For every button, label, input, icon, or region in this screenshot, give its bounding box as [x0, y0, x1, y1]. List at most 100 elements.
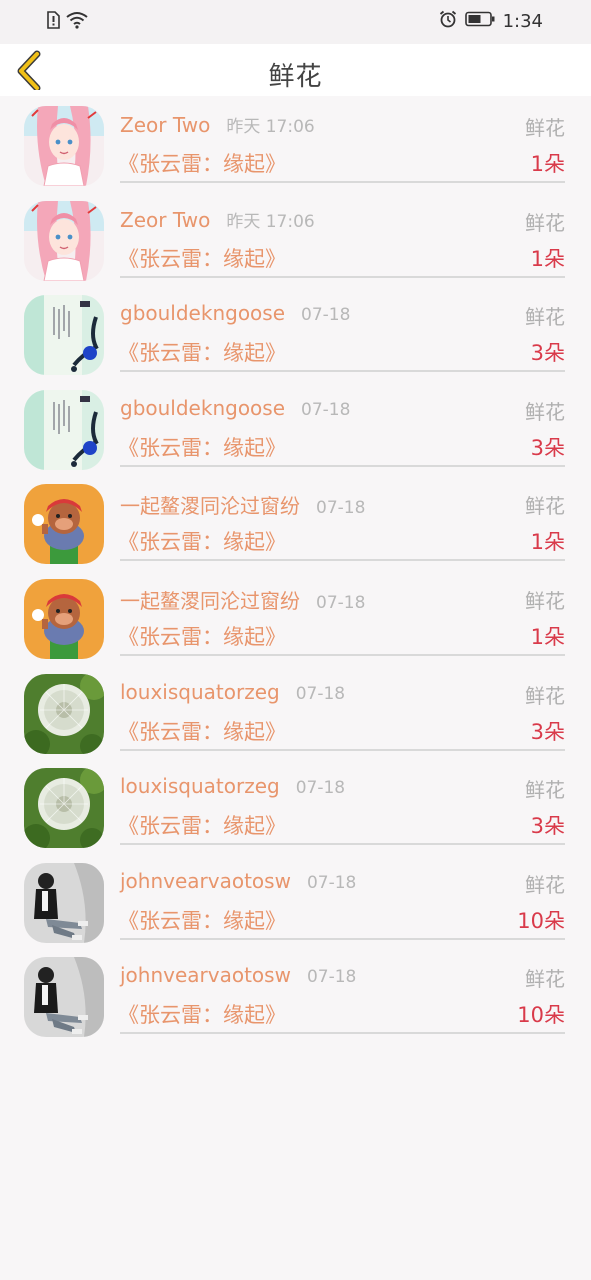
- book-title[interactable]: 《张云雷：缘起》: [118, 243, 286, 273]
- flower-count: 1朵: [530, 624, 565, 649]
- avatar[interactable]: [24, 957, 104, 1038]
- record-user: 一起鳌溭同沦过窗纷 07-18: [120, 585, 365, 614]
- flower-count: 10朵: [517, 908, 565, 933]
- status-bar: 1:34: [0, 0, 591, 44]
- dandelion-avatar: [24, 673, 104, 754]
- record-time: 07-18: [301, 399, 351, 420]
- user-name: johnvearvaotosw: [120, 868, 291, 893]
- book-title[interactable]: 《张云雷：缘起》: [118, 999, 286, 1029]
- record-user: gbouldekngoose 07-18: [120, 396, 350, 420]
- avatar[interactable]: [24, 295, 104, 376]
- list-item[interactable]: johnvearvaotosw 07-18 鲜花 《张云雷：缘起》 10朵: [0, 853, 591, 948]
- user-name: louxisquatorzeg: [120, 774, 280, 799]
- gift-type: 鲜花: [525, 116, 565, 140]
- person-photo-avatar: [24, 862, 104, 943]
- record-user: johnvearvaotosw 07-18: [120, 869, 356, 893]
- record-user: gbouldekngoose 07-18: [120, 301, 350, 325]
- avatar[interactable]: [24, 389, 104, 470]
- list-item[interactable]: gbouldekngoose 07-18 鲜花 《张云雷：缘起》 3朵: [0, 380, 591, 475]
- gift-type: 鲜花: [525, 778, 565, 803]
- alarm-icon: [439, 10, 457, 33]
- header-bar: 鲜花: [0, 44, 591, 96]
- divider: [120, 275, 565, 278]
- book-title[interactable]: 《张云雷：缘起》: [118, 432, 286, 462]
- user-name: 一起鳌溭同沦过窗纷: [120, 588, 300, 613]
- record-time: 07-18: [316, 592, 366, 613]
- record-time: 07-18: [306, 872, 357, 893]
- gift-type: 鲜花: [525, 967, 565, 992]
- list-item[interactable]: gbouldekngoose 07-18 鲜花 《张云雷：缘起》 3朵: [0, 285, 591, 380]
- book-title[interactable]: 《张云雷：缘起》: [118, 337, 286, 367]
- avatar[interactable]: [24, 106, 104, 186]
- record-time: 07-18: [295, 778, 346, 799]
- book-title[interactable]: 《张云雷：缘起》: [118, 716, 286, 746]
- ink-painting-avatar: [24, 295, 104, 376]
- book-title[interactable]: 《张云雷：缘起》: [118, 905, 286, 935]
- ink-painting-avatar: [24, 389, 104, 470]
- status-time: 1:34: [502, 11, 543, 32]
- anime-girl-avatar: [24, 200, 104, 281]
- dandelion-avatar: [24, 768, 104, 849]
- list-item[interactable]: 一起鳌溭同沦过窗纷 07-18 鲜花 《张云雷：缘起》 1朵: [0, 569, 591, 664]
- flower-count: 1朵: [530, 152, 565, 176]
- record-user: Zeor Two 昨天 17:06: [120, 207, 315, 232]
- divider: [120, 181, 565, 183]
- record-time: 07-18: [316, 498, 366, 519]
- gift-type: 鲜花: [525, 210, 565, 235]
- divider: [120, 748, 565, 751]
- user-name: Zeor Two: [120, 113, 211, 137]
- record-user: 一起鳌溭同沦过窗纷 07-18: [120, 490, 365, 519]
- list-item[interactable]: johnvearvaotosw 07-18 鲜花 《张云雷：缘起》 10朵: [0, 947, 591, 1042]
- flower-count: 3朵: [530, 719, 565, 744]
- gift-type: 鲜花: [525, 399, 565, 424]
- divider: [120, 559, 565, 562]
- flower-count: 3朵: [530, 341, 565, 366]
- status-left: [46, 11, 88, 33]
- flower-count: 1朵: [530, 246, 565, 271]
- gift-type: 鲜花: [525, 872, 565, 897]
- record-time: 07-18: [306, 967, 357, 988]
- avatar[interactable]: [24, 200, 104, 281]
- divider: [120, 937, 565, 940]
- flower-record-list: Zeor Two 昨天 17:06 鲜花 《张云雷：缘起》 1朵 Zeor Two…: [0, 96, 591, 1042]
- list-item[interactable]: Zeor Two 昨天 17:06 鲜花 《张云雷：缘起》 1朵: [0, 191, 591, 286]
- record-user: louxisquatorzeg 07-18: [120, 774, 345, 798]
- wifi-icon: [66, 11, 88, 33]
- book-title[interactable]: 《张云雷：缘起》: [118, 148, 286, 178]
- record-time: 07-18: [295, 683, 346, 704]
- gift-type: 鲜花: [525, 494, 565, 519]
- avatar[interactable]: [24, 673, 104, 754]
- list-item[interactable]: 一起鳌溭同沦过窗纷 07-18 鲜花 《张云雷：缘起》 1朵: [0, 474, 591, 569]
- battery-icon: [464, 11, 495, 32]
- cartoon-bear-avatar: [24, 484, 104, 565]
- avatar[interactable]: [24, 578, 104, 659]
- flower-count: 1朵: [530, 530, 565, 555]
- status-right: 1:34: [439, 10, 543, 33]
- user-name: 一起鳌溭同沦过窗纷: [120, 494, 300, 519]
- book-title[interactable]: 《张云雷：缘起》: [118, 810, 286, 840]
- book-title[interactable]: 《张云雷：缘起》: [118, 526, 286, 556]
- record-time: 昨天 17:06: [226, 117, 315, 137]
- anime-girl-avatar: [24, 106, 104, 186]
- list-item[interactable]: Zeor Two 昨天 17:06 鲜花 《张云雷：缘起》 1朵: [0, 96, 591, 191]
- record-time: 昨天 17:06: [226, 211, 315, 232]
- divider: [120, 464, 565, 467]
- list-item[interactable]: louxisquatorzeg 07-18 鲜花 《张云雷：缘起》 3朵: [0, 664, 591, 759]
- gift-type: 鲜花: [525, 305, 565, 330]
- user-name: louxisquatorzeg: [120, 679, 280, 704]
- record-user: louxisquatorzeg 07-18: [120, 680, 345, 704]
- gift-type: 鲜花: [525, 588, 565, 613]
- avatar[interactable]: [24, 768, 104, 849]
- flower-count: 3朵: [530, 435, 565, 460]
- cartoon-bear-avatar: [24, 578, 104, 659]
- divider: [120, 653, 565, 656]
- record-time: 07-18: [301, 305, 351, 326]
- list-item[interactable]: louxisquatorzeg 07-18 鲜花 《张云雷：缘起》 3朵: [0, 758, 591, 853]
- flower-count: 10朵: [517, 1003, 565, 1028]
- avatar[interactable]: [24, 862, 104, 943]
- user-name: Zeor Two: [120, 207, 211, 232]
- avatar[interactable]: [24, 484, 104, 565]
- divider: [120, 843, 565, 846]
- book-title[interactable]: 《张云雷：缘起》: [118, 621, 286, 651]
- sim-alert-icon: [46, 11, 60, 33]
